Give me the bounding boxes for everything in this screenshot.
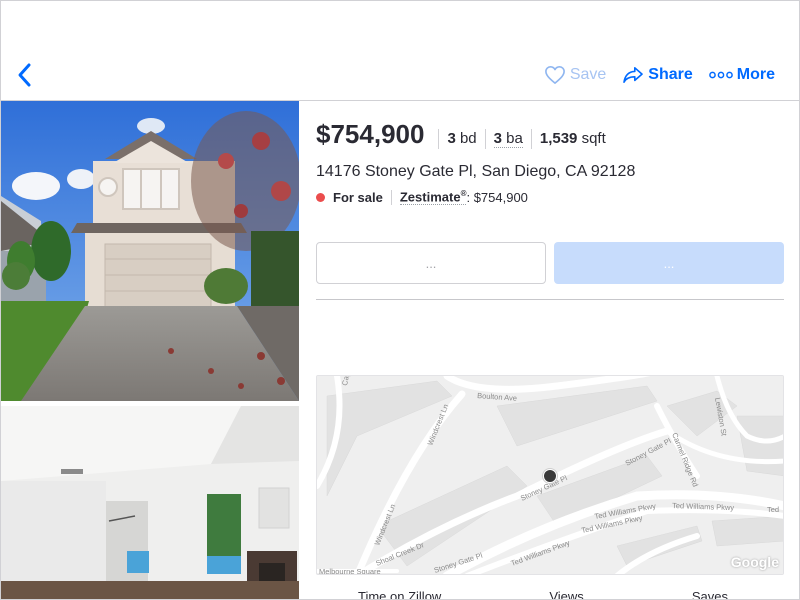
baths-fact[interactable]: 3 ba — [484, 129, 531, 149]
more-dots-icon — [708, 71, 733, 79]
status-row: For sale Zestimate® : $754,900 — [316, 189, 784, 206]
location-map[interactable]: Boulton Ave Windcrest Ln Windcrest Ln St… — [316, 375, 784, 575]
share-label: Share — [648, 66, 693, 83]
app-frame: Save Share More $754,900 3 bd 3 ba 1,539… — [0, 0, 800, 600]
price-row: $754,900 3 bd 3 ba 1,539 sqft — [316, 119, 784, 153]
beds-count: 3 — [447, 130, 456, 147]
street-label: Melbourne Square — [319, 567, 381, 575]
secondary-cta-button[interactable]: ... — [316, 242, 546, 284]
sqft-count: 1,539 — [539, 130, 578, 147]
chevron-left-icon — [18, 63, 31, 87]
beds-unit: bd — [459, 130, 477, 147]
save-button[interactable]: Save — [544, 65, 606, 85]
more-label: More — [736, 66, 775, 83]
baths-unit: ba — [506, 130, 523, 147]
street-label: Ted — [767, 505, 779, 514]
cta-buttons: ... ... — [316, 242, 784, 284]
listing-summary: $754,900 3 bd 3 ba 1,539 sqft 14176 Ston… — [316, 101, 784, 300]
sqft-unit: sqft — [581, 130, 606, 147]
views-label: Views — [549, 589, 584, 600]
saves-label: Saves — [691, 589, 728, 600]
status-badge: For sale — [333, 189, 392, 205]
baths-count: 3 — [493, 130, 502, 147]
listing-photo-exterior[interactable] — [1, 101, 299, 401]
save-label: Save — [569, 66, 607, 83]
listing-address: 14176 Stoney Gate Pl, San Diego, CA 9212… — [316, 163, 636, 180]
share-button[interactable]: Share — [622, 66, 693, 84]
home-pin-icon — [542, 468, 558, 484]
sqft-fact: 1,539 sqft — [530, 129, 614, 149]
header-actions: Save Share More — [544, 65, 775, 85]
beds-fact: 3 bd — [438, 129, 484, 149]
divider — [316, 299, 784, 300]
time-on-zillow-label: Time on Zillow — [358, 589, 442, 600]
listing-photo-interior[interactable] — [1, 406, 299, 599]
status-dot-icon — [316, 192, 325, 202]
map-attribution: Google — [730, 554, 779, 570]
primary-cta-button[interactable]: ... — [554, 242, 784, 284]
zestimate-value: : $754,900 — [466, 189, 528, 205]
listing-stats: Time on Zillow Views Saves — [316, 589, 784, 600]
share-arrow-icon — [623, 66, 644, 84]
back-button[interactable] — [13, 61, 37, 89]
top-bar: Save Share More — [1, 1, 799, 101]
listing-price: $754,900 — [316, 119, 425, 149]
zestimate-link[interactable]: Zestimate® — [399, 189, 467, 206]
heart-icon — [544, 66, 565, 84]
more-button[interactable]: More — [708, 66, 775, 84]
